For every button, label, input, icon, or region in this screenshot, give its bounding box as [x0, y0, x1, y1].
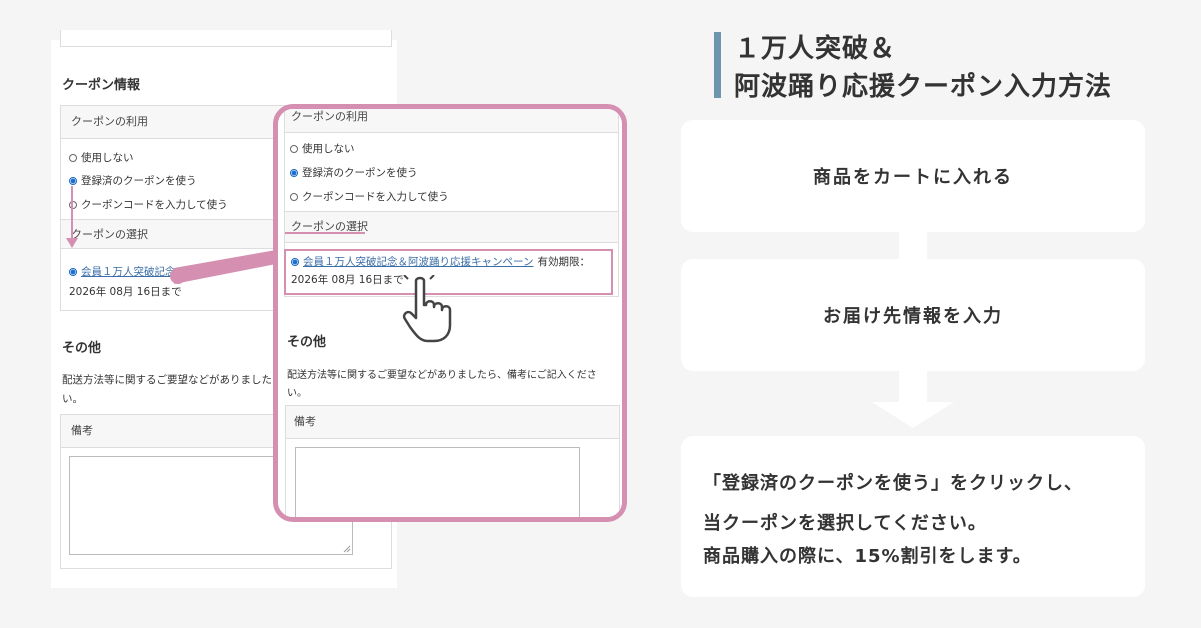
- option-no-coupon[interactable]: 使用しない: [69, 150, 134, 165]
- step-3-line1: 「登録済のクーポンを使う」をクリックし、: [703, 473, 1083, 494]
- zoom-coupon-expiry: 2026年 08月 16日まで: [291, 274, 404, 286]
- zoom-remarks-header: 備考: [286, 406, 619, 439]
- step-3-line3: 商品購入の際に、15%割引をします。: [703, 546, 1032, 567]
- zoom-option-registered-coupon[interactable]: 登録済のクーポンを使う: [290, 165, 418, 180]
- step-connector: [899, 371, 927, 404]
- step-1-label: 商品をカートに入れる: [813, 167, 1013, 188]
- other-note-line2: い。: [62, 393, 83, 405]
- zoom-other-note-line2: い。: [287, 388, 307, 399]
- step-2-box: お届け先情報を入力: [681, 259, 1145, 371]
- zoom-other-section-title: その他: [287, 335, 327, 350]
- coupon-expiry: 2026年 08月 16日まで: [69, 286, 182, 298]
- zoom-coupon-use-header: クーポンの利用: [285, 109, 618, 133]
- radio-selected-icon[interactable]: [69, 176, 77, 185]
- zoom-remarks-table: 備考: [285, 405, 620, 517]
- step-3-box: 「登録済のクーポンを使う」をクリックし、 当クーポンを選択してください。 商品購…: [681, 436, 1145, 597]
- arrow-down-icon: [872, 402, 954, 428]
- zoom-option-no-coupon[interactable]: 使用しない: [290, 141, 355, 156]
- radio-selected-icon[interactable]: [290, 168, 298, 177]
- option-coupon-code[interactable]: クーポンコードを入力して使う: [69, 197, 228, 212]
- zoom-coupon-select-header: クーポンの選択: [285, 211, 618, 243]
- radio-icon[interactable]: [290, 144, 298, 153]
- coupon-option[interactable]: 会員１万人突破記念: [69, 264, 176, 279]
- title-accent-bar: [714, 32, 721, 98]
- step-2-label: お届け先情報を入力: [823, 306, 1003, 327]
- radio-selected-icon[interactable]: [291, 257, 299, 266]
- zoom-coupon-option[interactable]: 会員１万人突破記念＆阿波踊り応援キャンペーン 有効期限：: [291, 254, 590, 269]
- option-registered-coupon[interactable]: 登録済のクーポンを使う: [69, 173, 197, 188]
- other-note-line1: 配送方法等に関するご要望などがありましたら: [62, 374, 283, 386]
- coupon-section-title: クーポン情報: [62, 78, 141, 93]
- zoom-option-coupon-code[interactable]: クーポンコードを入力して使う: [290, 189, 449, 204]
- resize-handle-icon[interactable]: [343, 545, 351, 553]
- zoom-connector: [170, 250, 276, 284]
- step-1-box: 商品をカートに入れる: [681, 120, 1145, 232]
- guide-title-line2: 阿波踊り応援クーポン入力方法: [734, 72, 1113, 102]
- radio-selected-icon[interactable]: [69, 267, 77, 276]
- select-underline: [285, 232, 365, 234]
- hand-pointer-icon: [402, 275, 452, 343]
- arrow-down-icon: [66, 186, 78, 248]
- zoomed-coupon-card: クーポンの利用 使用しない 登録済のクーポンを使う クーポンコードを入力して使う…: [273, 104, 627, 522]
- radio-icon[interactable]: [290, 192, 298, 201]
- zoom-coupon-table: クーポンの利用 使用しない 登録済のクーポンを使う クーポンコードを入力して使う…: [284, 109, 619, 297]
- zoom-remarks-textarea[interactable]: [295, 447, 580, 517]
- zoom-other-note-line1: 配送方法等に関するご要望などがありましたら、備考にご記入くださ: [287, 370, 597, 381]
- radio-icon[interactable]: [69, 153, 77, 162]
- step-3-line2: 当クーポンを選択してください。: [703, 513, 987, 534]
- step-connector: [899, 232, 927, 260]
- guide-title-line1: １万人突破＆: [734, 34, 897, 64]
- other-section-title: その他: [62, 341, 102, 356]
- previous-section-box: [60, 30, 392, 47]
